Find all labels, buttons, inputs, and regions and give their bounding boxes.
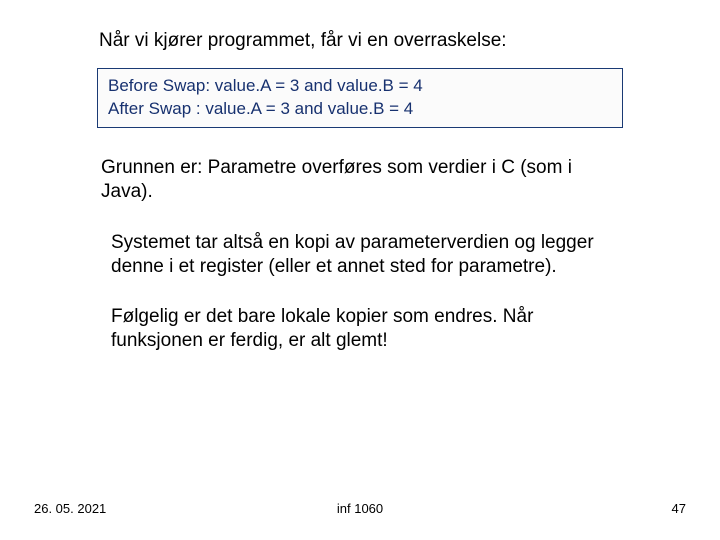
paragraph-system-copy: Systemet tar altså en kopi av parameterv… [111, 231, 625, 280]
footer-course: inf 1060 [337, 501, 383, 516]
paragraph-conclusion: Følgelig er det bare lokale kopier som e… [111, 305, 625, 354]
output-line-after: After Swap : value.A = 3 and value.B = 4 [108, 98, 612, 121]
output-line-before: Before Swap: value.A = 3 and value.B = 4 [108, 75, 612, 98]
paragraph-reason: Grunnen er: Parametre overføres som verd… [101, 156, 625, 205]
slide-footer: 26. 05. 2021 inf 1060 47 [0, 501, 720, 516]
slide-container: Når vi kjører programmet, får vi en over… [0, 0, 720, 540]
slide-heading: Når vi kjører programmet, får vi en over… [99, 30, 625, 52]
program-output-box: Before Swap: value.A = 3 and value.B = 4… [97, 68, 623, 128]
footer-date: 26. 05. 2021 [34, 501, 106, 516]
footer-page-number: 47 [672, 501, 686, 516]
